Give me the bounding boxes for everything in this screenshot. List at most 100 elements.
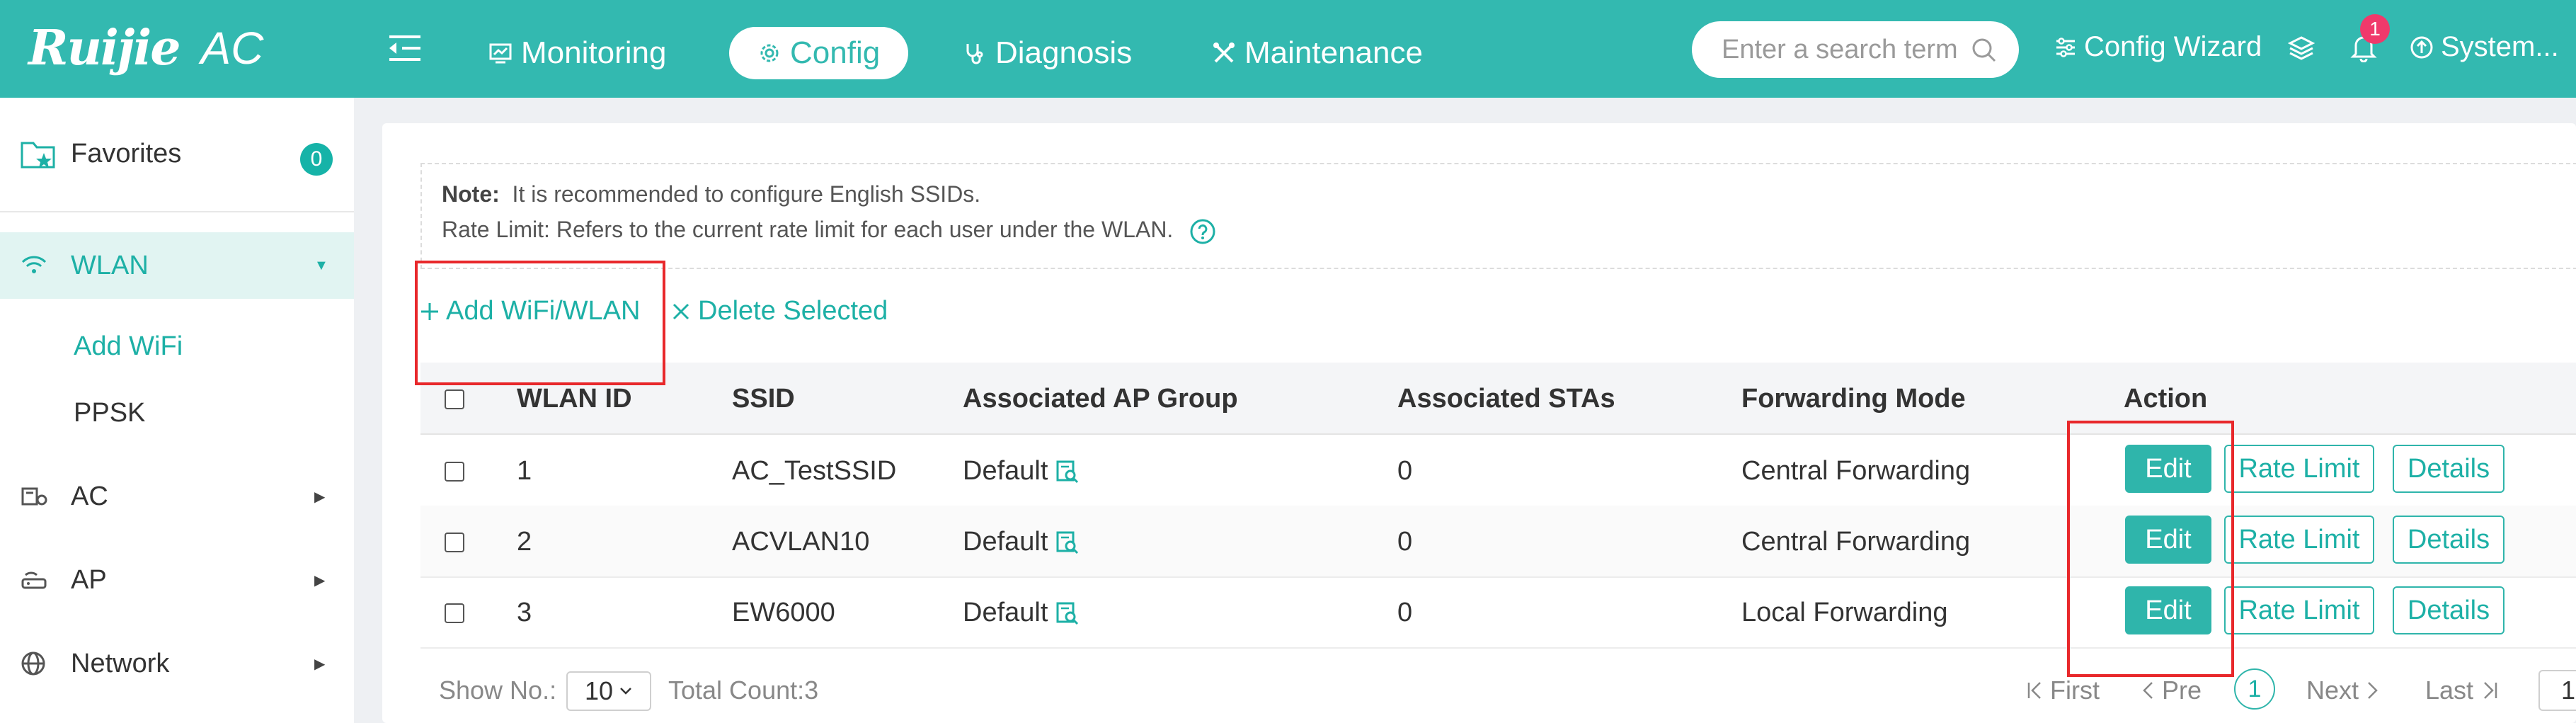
note-line-2: Rate Limit: Refers to the current rate l… [442, 217, 1216, 245]
gear-icon [760, 44, 779, 62]
cell-stas: 0 [1397, 598, 1413, 627]
chevron-right-icon [2368, 682, 2378, 699]
current-page-button[interactable]: 1 [2234, 668, 2275, 710]
column-header-wlan-id: WLAN ID [517, 384, 632, 414]
cell-forwarding-mode: Central Forwarding [1741, 527, 1971, 557]
column-header-stas: Associated STAs [1397, 384, 1615, 414]
cell-wlan-id: 2 [517, 527, 532, 557]
last-page-icon [2484, 682, 2497, 699]
sidebar-item-ap-label: AP [71, 564, 107, 595]
sidebar-item-ac[interactable]: AC ▶ [0, 463, 354, 530]
notification-badge: 1 [2360, 14, 2390, 44]
nav-maintenance[interactable]: Maintenance [1212, 27, 1423, 79]
table-row: 1 AC_TestSSID Default 0 Central Forwardi… [420, 435, 2576, 507]
nav-config-label: Config [790, 35, 881, 70]
cell-ap-group: Default [963, 598, 1080, 628]
last-page-label: Last [2425, 676, 2474, 705]
page-size-select[interactable]: 10 [566, 671, 651, 711]
next-page-button[interactable]: Next [2306, 676, 2380, 705]
layers-icon[interactable] [2288, 35, 2315, 61]
details-button[interactable]: Details [2393, 516, 2505, 564]
brand-logo: Ruijie [28, 20, 181, 76]
system-menu[interactable]: System... [2410, 31, 2559, 63]
page-jump-input[interactable]: 1 [2538, 670, 2576, 711]
ac-device-icon [21, 487, 47, 506]
favorites-item[interactable]: Favorites 0 [0, 98, 354, 212]
page-size-value: 10 [584, 676, 614, 705]
sidebar-subitem-ppsk[interactable]: PPSK [74, 398, 145, 428]
last-page-button[interactable]: Last [2425, 676, 2499, 705]
row-checkbox[interactable] [445, 603, 464, 623]
stethoscope-icon [966, 44, 983, 64]
group-detail-icon[interactable] [1055, 530, 1080, 555]
rate-limit-button[interactable]: Rate Limit [2224, 445, 2374, 493]
nav-monitoring-label: Monitoring [521, 35, 667, 70]
next-page-label: Next [2306, 676, 2359, 705]
chevron-down-icon [620, 688, 631, 695]
favorites-label: Favorites [71, 139, 182, 169]
rate-limit-button[interactable]: Rate Limit [2224, 516, 2374, 564]
first-page-button[interactable]: First [2026, 676, 2100, 705]
note-text-1: It is recommended to configure English S… [512, 181, 981, 207]
details-button[interactable]: Details [2393, 445, 2505, 493]
sidebar-item-wlan[interactable]: WLAN ▼ [0, 232, 354, 299]
ap-group-value: Default [963, 598, 1048, 627]
sidebar: Favorites 0 WLAN ▼ Add WiFi PPSK AC ▶ AP… [0, 98, 354, 723]
cell-ssid: AC_TestSSID [732, 456, 897, 486]
nav-monitoring[interactable]: Monitoring [488, 27, 666, 79]
cell-wlan-id: 1 [517, 456, 532, 486]
cell-forwarding-mode: Local Forwarding [1741, 598, 1948, 627]
nav-diagnosis-label: Diagnosis [995, 35, 1133, 70]
select-all-checkbox[interactable] [445, 389, 464, 409]
highlight-box-add-wlan [415, 261, 665, 385]
config-wizard-button[interactable]: Config Wizard [2054, 31, 2262, 63]
sidebar-item-network[interactable]: Network ▶ [0, 630, 354, 697]
table-row: 2 ACVLAN10 Default 0 Central Forwarding … [420, 506, 2576, 578]
logo: Ruijie AC [28, 18, 263, 78]
rate-limit-button[interactable]: Rate Limit [2224, 586, 2374, 634]
cell-ssid: ACVLAN10 [732, 527, 870, 557]
sidebar-item-ac-label: AC [71, 481, 108, 511]
group-detail-icon[interactable] [1055, 600, 1080, 626]
group-detail-icon[interactable] [1055, 459, 1080, 484]
menu-collapse-icon[interactable] [388, 33, 423, 64]
nav-diagnosis[interactable]: Diagnosis [963, 27, 1132, 79]
cell-ap-group: Default [963, 527, 1080, 557]
sliders-icon [2056, 37, 2075, 57]
show-no-label: Show No.: [439, 676, 557, 705]
cell-ap-group: Default [963, 456, 1080, 486]
caret-right-icon: ▶ [314, 656, 326, 672]
total-count: Total Count:3 [668, 676, 819, 705]
table-header: WLAN ID SSID Associated AP Group Associa… [420, 363, 2576, 435]
note-title: Note: [442, 181, 500, 207]
search-input[interactable] [1720, 33, 1971, 66]
column-header-forwarding-mode: Forwarding Mode [1741, 384, 1966, 414]
top-bar: Ruijie AC Monitoring Config Diagnosis Ma… [0, 0, 2576, 98]
sidebar-subitem-add-wifi[interactable]: Add WiFi [74, 331, 183, 362]
monitor-chart-icon [489, 43, 512, 64]
caret-down-icon: ▼ [314, 257, 328, 273]
cell-stas: 0 [1397, 456, 1413, 486]
delete-selected-button[interactable]: Delete Selected [671, 296, 888, 326]
row-checkbox[interactable] [445, 462, 464, 482]
wifi-icon [21, 256, 47, 273]
ap-group-value: Default [963, 456, 1048, 486]
ap-device-icon [21, 571, 47, 589]
prev-page-label: Pre [2162, 676, 2202, 705]
upload-circle-icon [2410, 36, 2433, 58]
first-page-icon [2027, 682, 2041, 699]
note-text-2: Rate Limit: Refers to the current rate l… [442, 217, 1174, 242]
search-icon[interactable] [1971, 37, 1998, 64]
row-checkbox[interactable] [445, 533, 464, 552]
sidebar-item-ap[interactable]: AP ▶ [0, 547, 354, 613]
nav-config[interactable]: Config [729, 27, 909, 79]
note-panel: Note: It is recommended to configure Eng… [420, 163, 2576, 269]
sidebar-item-network-label: Network [71, 648, 170, 678]
cell-forwarding-mode: Central Forwarding [1741, 456, 1971, 486]
favorites-count-badge: 0 [300, 143, 333, 176]
table-row: 3 EW6000 Default 0 Local Forwarding Edit… [420, 576, 2576, 649]
column-header-action: Action [2124, 384, 2208, 414]
details-button[interactable]: Details [2393, 586, 2505, 634]
prev-page-button[interactable]: Pre [2141, 676, 2202, 705]
help-icon[interactable] [1189, 218, 1216, 245]
